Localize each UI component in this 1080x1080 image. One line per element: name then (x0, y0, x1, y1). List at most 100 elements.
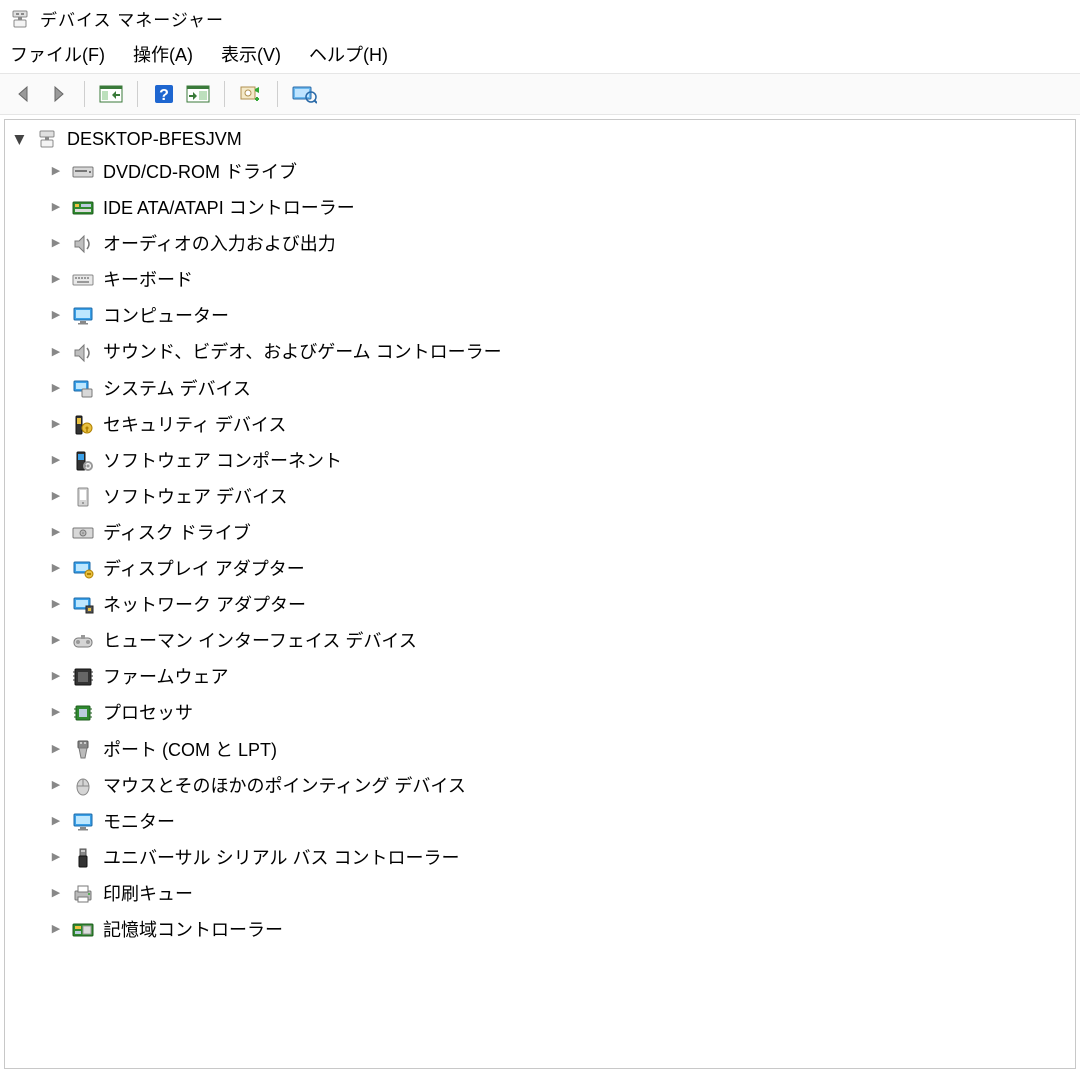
tree-root-node[interactable]: ▶ DESKTOP-BFESJVM (11, 128, 1069, 150)
system-device-icon (71, 378, 95, 400)
tree-item[interactable]: ▶ソフトウェア コンポーネント (47, 443, 1069, 479)
app-icon (8, 8, 32, 30)
sound-video-icon (71, 342, 95, 364)
chevron-right-icon[interactable]: ▶ (49, 164, 63, 180)
print-queue-icon (71, 883, 95, 905)
tree-item[interactable]: ▶ ヒューマン インターフェイス デバイス (47, 623, 1069, 659)
chevron-right-icon[interactable]: ▶ (49, 236, 63, 252)
tree-item-label: セキュリティ デバイス (103, 412, 286, 438)
device-tree[interactable]: ▶ DESKTOP-BFESJVM ▶ DVD/CD-ROM ドライブ ▶ IDE A… (4, 119, 1076, 1069)
tree-item[interactable]: ▶ セキュリティ デバイス (47, 407, 1069, 443)
tree-item[interactable]: ▶ファームウェア (47, 659, 1069, 695)
show-hidden-devices-button[interactable] (290, 80, 318, 108)
tree-item-label: サウンド、ビデオ、およびゲーム コントローラー (103, 339, 502, 365)
chevron-right-icon[interactable]: ▶ (49, 886, 63, 902)
chevron-right-icon[interactable]: ▶ (49, 850, 63, 866)
dvd-drive-icon (71, 161, 95, 183)
tree-item[interactable]: ▶ ディスプレイ アダプター (47, 551, 1069, 587)
menu-file[interactable]: ファイル(F) (10, 41, 105, 67)
chevron-right-icon[interactable]: ▶ (49, 561, 63, 577)
tree-item-label: キーボード (103, 267, 193, 293)
titlebar: デバイス マネージャー (0, 0, 1080, 35)
chevron-right-icon[interactable]: ▶ (49, 633, 63, 649)
chevron-right-icon[interactable]: ▶ (49, 669, 63, 685)
tree-item-label: ヒューマン インターフェイス デバイス (103, 628, 417, 654)
tree-item[interactable]: ▶ ソフトウェア デバイス (47, 479, 1069, 515)
menu-help[interactable]: ヘルプ(H) (309, 41, 388, 67)
tree-item[interactable]: ▶ ユニバーサル シリアル バス コントローラー (47, 840, 1069, 876)
toolbar-separator (277, 81, 278, 107)
tree-item[interactable]: ▶マウスとそのほかのポインティング デバイス (47, 768, 1069, 804)
tree-item-label: IDE ATA/ATAPI コントローラー (103, 195, 355, 221)
window-title: デバイス マネージャー (40, 6, 224, 31)
chevron-right-icon[interactable]: ▶ (49, 272, 63, 288)
help-button[interactable]: ? (150, 80, 178, 108)
chevron-right-icon[interactable]: ▶ (49, 742, 63, 758)
tree-item[interactable]: ▶ ネットワーク アダプター (47, 587, 1069, 623)
chevron-right-icon[interactable]: ▶ (49, 525, 63, 541)
tree-item[interactable]: ▶ ディスク ドライブ (47, 515, 1069, 551)
tree-item[interactable]: ▶オーディオの入力および出力 (47, 226, 1069, 262)
tree-item[interactable]: ▶ DVD/CD-ROM ドライブ (47, 154, 1069, 190)
tree-item-label: ソフトウェア デバイス (103, 484, 287, 510)
tree-item[interactable]: ▶ キーボード (47, 262, 1069, 298)
tree-item-label: ディスプレイ アダプター (103, 556, 305, 582)
tree-item[interactable]: ▶ コンピューター (47, 298, 1069, 334)
tree-item[interactable]: ▶ IDE ATA/ATAPI コントローラー (47, 190, 1069, 226)
chevron-right-icon[interactable]: ▶ (49, 705, 63, 721)
chevron-right-icon[interactable]: ▶ (49, 308, 63, 324)
chevron-right-icon[interactable]: ▶ (49, 200, 63, 216)
computer-icon (71, 305, 95, 327)
chevron-right-icon[interactable]: ▶ (49, 417, 63, 433)
chevron-right-icon[interactable]: ▶ (49, 381, 63, 397)
tree-item[interactable]: ▶システム デバイス (47, 371, 1069, 407)
tree-item[interactable]: ▶ モニター (47, 804, 1069, 840)
chevron-right-icon[interactable]: ▶ (49, 597, 63, 613)
tree-item-label: ディスク ドライブ (103, 520, 251, 546)
tree-item-label: 記憶域コントローラー (103, 917, 283, 943)
ide-controller-icon (71, 197, 95, 219)
svg-text:?: ? (159, 87, 169, 104)
tree-item[interactable]: ▶ プロセッサ (47, 695, 1069, 731)
chevron-down-icon[interactable]: ▶ (12, 133, 28, 147)
tree-item-label: ユニバーサル シリアル バス コントローラー (103, 845, 459, 871)
port-icon (71, 739, 95, 761)
mouse-icon (71, 775, 95, 797)
network-adapter-icon (71, 594, 95, 616)
tree-item[interactable]: ▶ポート (COM と LPT) (47, 732, 1069, 768)
chevron-right-icon[interactable]: ▶ (49, 778, 63, 794)
chevron-right-icon[interactable]: ▶ (49, 814, 63, 830)
tree-item[interactable]: ▶ 印刷キュー (47, 876, 1069, 912)
tree-root-label: DESKTOP-BFESJVM (67, 129, 242, 150)
chevron-right-icon[interactable]: ▶ (49, 922, 63, 938)
software-device-icon (71, 486, 95, 508)
forward-button[interactable] (44, 80, 72, 108)
processor-icon (71, 702, 95, 724)
scan-hardware-button[interactable] (237, 80, 265, 108)
monitor-icon (71, 811, 95, 833)
usb-controller-icon (71, 847, 95, 869)
storage-controller-icon (71, 919, 95, 941)
menu-action[interactable]: 操作(A) (133, 41, 193, 67)
tree-item-label: DVD/CD-ROM ドライブ (103, 159, 297, 185)
firmware-icon (71, 666, 95, 688)
chevron-right-icon[interactable]: ▶ (49, 345, 63, 361)
security-device-icon (71, 414, 95, 436)
tree-item-label: 印刷キュー (103, 881, 193, 907)
action-preview-button[interactable] (184, 80, 212, 108)
toolbar-separator (84, 81, 85, 107)
tree-item-label: ネットワーク アダプター (103, 592, 306, 618)
menubar: ファイル(F) 操作(A) 表示(V) ヘルプ(H) (0, 35, 1080, 73)
tree-item-label: プロセッサ (103, 700, 193, 726)
menu-view[interactable]: 表示(V) (221, 41, 281, 67)
tree-item[interactable]: ▶ サウンド、ビデオ、およびゲーム コントローラー (47, 334, 1069, 370)
tree-item-label: コンピューター (103, 303, 229, 329)
tree-item[interactable]: ▶ 記憶域コントローラー (47, 912, 1069, 948)
toolbar: ? (0, 73, 1080, 115)
back-button[interactable] (10, 80, 38, 108)
computer-root-icon (35, 128, 59, 150)
chevron-right-icon[interactable]: ▶ (49, 489, 63, 505)
chevron-right-icon[interactable]: ▶ (49, 453, 63, 469)
show-hide-tree-button[interactable] (97, 80, 125, 108)
tree-item-label: モニター (103, 809, 175, 835)
